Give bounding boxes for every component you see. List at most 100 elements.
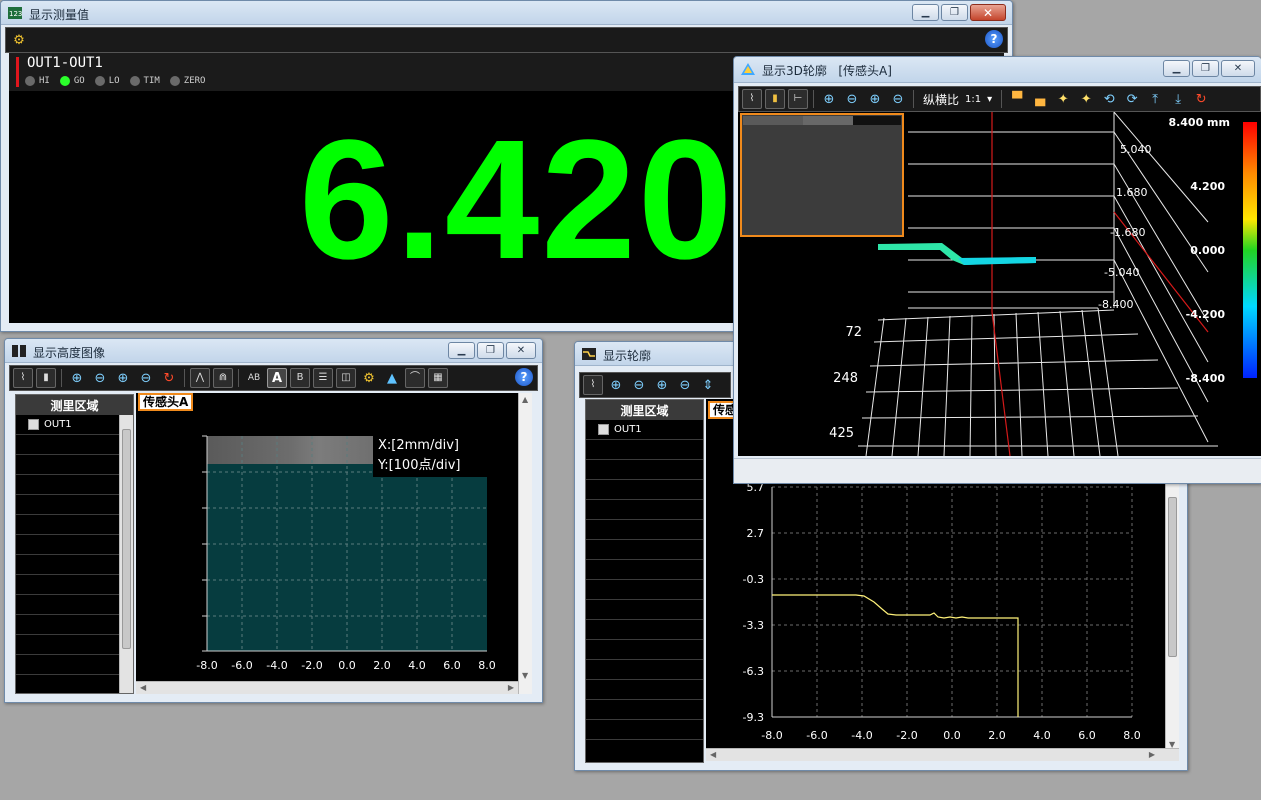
- minimize-button[interactable]: ▁: [448, 342, 475, 359]
- layout-horizontal-icon[interactable]: ☰: [313, 368, 333, 388]
- rotate-down-icon[interactable]: ⤓: [1168, 89, 1188, 109]
- 3d-chart: 5.040 1.680 -1.680 -5.040 -8.400 72 248 …: [740, 111, 1257, 457]
- zoom-out-vertical-icon[interactable]: ⊖: [90, 368, 110, 388]
- layout-vertical-icon[interactable]: ◫: [336, 368, 356, 388]
- measure-area-list: 测里区域 OUT1: [585, 399, 704, 763]
- reset-icon[interactable]: ↻: [159, 368, 179, 388]
- height-toolbar: ⌇ ▮ ⊕ ⊖ ⊕ ⊖ ↻ ⋀ ⋒ AB A B ☰ ◫ ⚙ ▲ ⌒ ▦ ?: [9, 365, 538, 391]
- list-item: [16, 495, 133, 515]
- item-checkbox[interactable]: [28, 419, 39, 430]
- display-a-icon[interactable]: A: [267, 368, 287, 388]
- rotate-up-icon[interactable]: ⤒: [1145, 89, 1165, 109]
- horizontal-scrollbar[interactable]: ◀ ▶: [136, 681, 518, 694]
- row-label: 72: [845, 325, 862, 340]
- peak-icon[interactable]: ⋀: [190, 368, 210, 388]
- title-bar[interactable]: 123 显示测量值 ▁ ❐ ✕: [1, 1, 1012, 25]
- graph-icon[interactable]: ⌇: [13, 368, 33, 388]
- color-bar-icon[interactable]: ▮: [765, 89, 785, 109]
- minimize-button[interactable]: ▁: [912, 4, 939, 21]
- list-item[interactable]: OUT1: [16, 415, 133, 435]
- zoom-in-horizontal-icon[interactable]: ⊕: [113, 368, 133, 388]
- list-item: [586, 600, 703, 620]
- scroll-left-icon[interactable]: ◀: [140, 683, 146, 692]
- list-scrollbar[interactable]: [119, 415, 133, 693]
- maximize-button[interactable]: ❐: [477, 342, 504, 359]
- color-bar-icon[interactable]: ▮: [36, 368, 56, 388]
- zoom-out-horizontal-icon[interactable]: ⊖: [675, 375, 695, 395]
- zoom-out-vertical-icon[interactable]: ⊖: [629, 375, 649, 395]
- height-preview-inset[interactable]: [740, 113, 904, 237]
- title-bar[interactable]: 显示3D轮廓 [传感头A] ▁ ❐ ✕: [734, 57, 1261, 83]
- x-tick-label: 4.0: [408, 659, 426, 672]
- grid-lines: [772, 486, 1133, 717]
- x-tick-label: 2.0: [373, 659, 391, 672]
- item-checkbox[interactable]: [598, 424, 609, 435]
- list-item: [586, 440, 703, 460]
- zoom-in-vertical-icon[interactable]: ⊕: [606, 375, 626, 395]
- close-button[interactable]: ✕: [506, 342, 536, 359]
- settings-icon[interactable]: ⚙: [359, 368, 379, 388]
- scroll-down-icon[interactable]: ▼: [522, 671, 528, 680]
- zoom-out-vertical-icon[interactable]: ⊖: [842, 89, 862, 109]
- light-1-icon[interactable]: ✦: [1053, 89, 1073, 109]
- svg-text:123: 123: [9, 10, 22, 18]
- x-tick-label: 8.0: [478, 659, 496, 672]
- profile-line: [772, 594, 1019, 717]
- peak-range-icon[interactable]: ⋒: [213, 368, 233, 388]
- minimize-button[interactable]: ▁: [1163, 60, 1190, 77]
- x-tick-label: -6.0: [806, 729, 827, 742]
- fit-height-icon[interactable]: ⇕: [698, 375, 718, 395]
- zoom-in-horizontal-icon[interactable]: ⊕: [652, 375, 672, 395]
- rotate-right-icon[interactable]: ⟳: [1122, 89, 1142, 109]
- zoom-in-vertical-icon[interactable]: ⊕: [819, 89, 839, 109]
- vertical-scrollbar[interactable]: ▲ ▼: [518, 393, 532, 694]
- text-ab-icon[interactable]: AB: [244, 368, 264, 388]
- horizontal-scrollbar[interactable]: ◀ ▶: [706, 748, 1179, 761]
- help-icon[interactable]: ?: [985, 30, 1003, 48]
- 3d-icon[interactable]: ▲: [382, 368, 402, 388]
- led-dot: [129, 76, 140, 86]
- calculator-icon[interactable]: ▦: [428, 368, 448, 388]
- scroll-right-icon[interactable]: ▶: [1149, 750, 1155, 759]
- view-top-icon[interactable]: ▀: [1007, 89, 1027, 109]
- light-2-icon[interactable]: ✦: [1076, 89, 1096, 109]
- reset-icon[interactable]: ↻: [1191, 89, 1211, 109]
- y-tick-label: 2.7: [747, 527, 765, 540]
- display-b-icon[interactable]: B: [290, 368, 310, 388]
- measure-icon[interactable]: ⊢: [788, 89, 808, 109]
- list-item: [586, 540, 703, 560]
- zoom-in-horizontal-icon[interactable]: ⊕: [865, 89, 885, 109]
- close-button[interactable]: ✕: [970, 4, 1006, 21]
- scroll-left-icon[interactable]: ◀: [710, 750, 716, 759]
- toolbar-separator: [184, 369, 185, 387]
- list-item: [16, 595, 133, 615]
- x-tick-label: 8.0: [1123, 729, 1141, 742]
- 3d-row-labels: 72 248 425: [829, 325, 862, 441]
- scroll-thumb[interactable]: [1168, 497, 1177, 657]
- zoom-out-horizontal-icon[interactable]: ⊖: [888, 89, 908, 109]
- list-item: [586, 680, 703, 700]
- scroll-thumb[interactable]: [122, 429, 131, 649]
- list-item: [586, 560, 703, 580]
- led-label: TIM: [143, 76, 160, 86]
- close-button[interactable]: ✕: [1221, 60, 1255, 77]
- maximize-button[interactable]: ❐: [941, 4, 968, 21]
- graph-icon[interactable]: ⌇: [742, 89, 762, 109]
- zoom-out-horizontal-icon[interactable]: ⊖: [136, 368, 156, 388]
- aspect-ratio-select[interactable]: 纵横比 1:1 ▾: [919, 91, 996, 108]
- scroll-up-icon[interactable]: ▲: [522, 395, 528, 404]
- display-settings-icon[interactable]: ⚙: [9, 30, 29, 50]
- help-icon[interactable]: ?: [515, 368, 533, 386]
- profile-icon[interactable]: ⌒: [405, 368, 425, 388]
- list-item[interactable]: OUT1: [586, 420, 703, 440]
- window-title: 显示轮廓: [603, 349, 652, 363]
- zoom-in-vertical-icon[interactable]: ⊕: [67, 368, 87, 388]
- maximize-button[interactable]: ❐: [1192, 60, 1219, 77]
- graph-icon[interactable]: ⌇: [583, 375, 603, 395]
- scroll-right-icon[interactable]: ▶: [508, 683, 514, 692]
- title-bar[interactable]: 显示高度图像 ▁ ❐ ✕: [5, 339, 542, 363]
- rotate-left-icon[interactable]: ⟲: [1099, 89, 1119, 109]
- view-front-icon[interactable]: ▄: [1030, 89, 1050, 109]
- aspect-label: 纵横比: [923, 92, 960, 107]
- list-item: [586, 700, 703, 720]
